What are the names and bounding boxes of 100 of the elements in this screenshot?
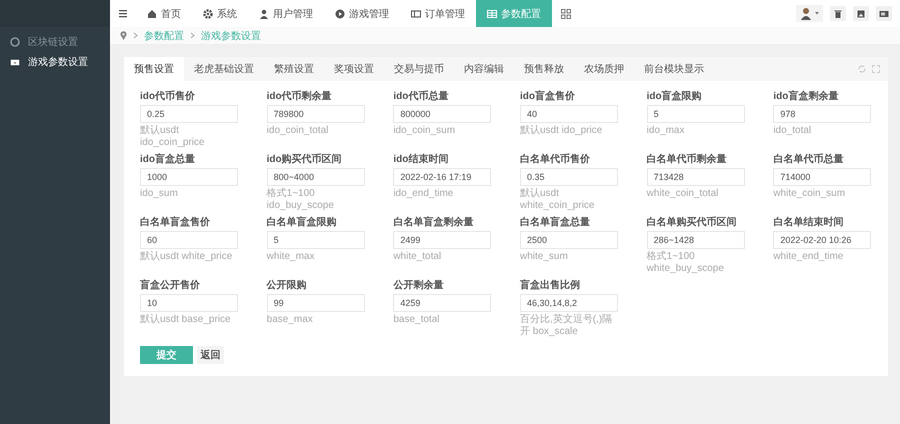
field-hint: 默认usdt white_coin_price <box>520 188 596 212</box>
play-circle-icon <box>335 8 345 18</box>
field-label: 白名单代币总量 <box>773 152 844 166</box>
user-menu[interactable] <box>796 5 823 22</box>
field-label: ido盲盒总量 <box>140 152 196 166</box>
input-field[interactable]: 0.25 <box>140 105 238 123</box>
tray-icon <box>10 57 20 67</box>
tab[interactable]: 奖项设置 <box>324 57 384 81</box>
input-field[interactable]: 46,30,14,8,2 <box>520 294 618 312</box>
field-hint: white_total <box>393 251 442 264</box>
field-hint: 百分比,英文逗号(,)隔开 box_scale <box>520 314 614 338</box>
input-field[interactable]: 60 <box>140 231 238 249</box>
input-field[interactable]: 800~4000 <box>266 168 365 186</box>
chevron-icon <box>133 32 138 39</box>
nav-tab[interactable]: 游戏管理 <box>324 0 400 27</box>
tab[interactable]: 内容编辑 <box>454 57 514 81</box>
field-label: 白名单盲盒剩余量 <box>393 215 474 229</box>
home-icon <box>147 8 157 18</box>
input-field[interactable]: 4259 <box>393 294 492 312</box>
nav-tab[interactable]: 订单管理 <box>400 0 476 27</box>
field-hint: ido_coin_total <box>266 125 330 138</box>
field-label: 白名单购买代币区间 <box>646 216 738 229</box>
field-label: 公开限购 <box>266 278 308 292</box>
field-label: ido购买代币区间 <box>266 152 343 166</box>
input-field[interactable]: 2022-02-20 10:26 <box>773 231 872 249</box>
input-field[interactable]: 714000 <box>773 168 872 186</box>
nav-tab[interactable]: 首页 <box>136 0 192 27</box>
tab[interactable]: 农场质押 <box>574 57 634 81</box>
grid-icon <box>487 8 497 18</box>
tab[interactable]: 前台模块显示 <box>634 57 714 81</box>
field-hint: ido_sum <box>140 188 179 201</box>
input-field[interactable]: 2499 <box>393 231 492 249</box>
field-label: 白名单结束时间 <box>773 216 844 229</box>
field-label: 白名单代币售价 <box>520 152 591 166</box>
tab[interactable]: 老虎基础设置 <box>184 57 264 81</box>
input-field[interactable]: 99 <box>266 294 365 312</box>
field-label: 白名单代币剩余量 <box>646 152 728 166</box>
input-field[interactable]: 5 <box>266 231 365 249</box>
sidebar-item[interactable]: 游戏参数设置 <box>0 52 110 72</box>
input-field[interactable]: 2500 <box>520 231 618 249</box>
field-label: 白名单盲盒售价 <box>140 215 211 229</box>
field-hint: 默认usdt white_price <box>140 251 234 264</box>
input-field[interactable]: 1000 <box>140 168 238 186</box>
input-field[interactable]: 0.35 <box>520 168 618 186</box>
input-field[interactable]: 789800 <box>266 105 365 123</box>
field-label: ido代币总量 <box>393 90 450 103</box>
tab[interactable]: 预售释放 <box>514 57 574 81</box>
field-label: ido代币剩余量 <box>266 90 333 103</box>
image-icon <box>857 10 865 18</box>
avatar-icon <box>800 7 812 20</box>
caret-icon <box>815 12 819 15</box>
input-field[interactable]: 286~1428 <box>646 231 745 249</box>
field-hint: ido_end_time <box>393 188 454 201</box>
sidebar-item[interactable]: 区块链设置 <box>0 32 110 52</box>
tab[interactable]: 预售设置 <box>124 57 184 81</box>
menu-icon[interactable] <box>119 9 127 18</box>
field-label: 公开剩余量 <box>393 278 444 292</box>
input-field[interactable]: 713428 <box>646 168 745 186</box>
field-hint: white_coin_sum <box>773 188 846 201</box>
field-hint: 格式1~100 ido_buy_scope <box>266 188 335 212</box>
field-hint: 默认usdt ido_coin_price <box>140 125 206 149</box>
image-button[interactable] <box>853 6 869 21</box>
gear-icon <box>203 8 213 18</box>
field-hint: white_coin_total <box>646 188 720 201</box>
field-label: ido结束时间 <box>393 152 450 166</box>
input-field[interactable]: 800000 <box>393 105 492 123</box>
tab[interactable]: 繁殖设置 <box>264 57 324 81</box>
field-label: ido盲盒售价 <box>520 89 576 103</box>
nav-tab[interactable]: 用户管理 <box>248 0 324 27</box>
field-hint: ido_coin_sum <box>393 125 456 138</box>
user-icon <box>259 8 269 18</box>
field-label: ido盲盒剩余量 <box>773 89 840 103</box>
field-hint: 默认usdt base_price <box>140 314 232 327</box>
field-label: ido代币售价 <box>140 90 196 103</box>
trash-button[interactable] <box>830 6 846 21</box>
trash-icon <box>834 10 842 18</box>
field-hint: white_end_time <box>773 251 844 264</box>
panel-icon <box>879 10 889 18</box>
field-label: ido盲盒限购 <box>646 89 703 103</box>
field-label: 白名单盲盒限购 <box>266 215 338 229</box>
field-hint: white_max <box>266 251 316 264</box>
input-field[interactable]: 40 <box>520 105 618 123</box>
field-hint: 格式1~100 white_buy_scope <box>646 251 725 275</box>
field-label: 盲盒出售比例 <box>520 278 581 292</box>
field-hint: 默认usdt ido_price <box>520 125 604 138</box>
input-field[interactable]: 10 <box>140 294 238 312</box>
tab[interactable]: 交易与提币 <box>384 57 454 81</box>
card-icon <box>411 8 421 18</box>
field-label: 白名单盲盒总量 <box>520 215 591 229</box>
grid-icon[interactable] <box>561 8 571 18</box>
field-hint: base_max <box>266 314 314 327</box>
field-hint: ido_total <box>773 125 812 138</box>
field-hint: white_sum <box>520 251 569 264</box>
nav-tab[interactable]: 系统 <box>192 0 248 27</box>
field-label: 盲盒公开售价 <box>140 278 201 292</box>
back-button[interactable]: 返回 <box>197 346 224 364</box>
input-field[interactable]: 5 <box>646 105 745 123</box>
input-field[interactable]: 2022-02-16 17:19 <box>393 168 492 186</box>
panel-button[interactable] <box>876 6 892 21</box>
input-field[interactable]: 978 <box>773 105 872 123</box>
